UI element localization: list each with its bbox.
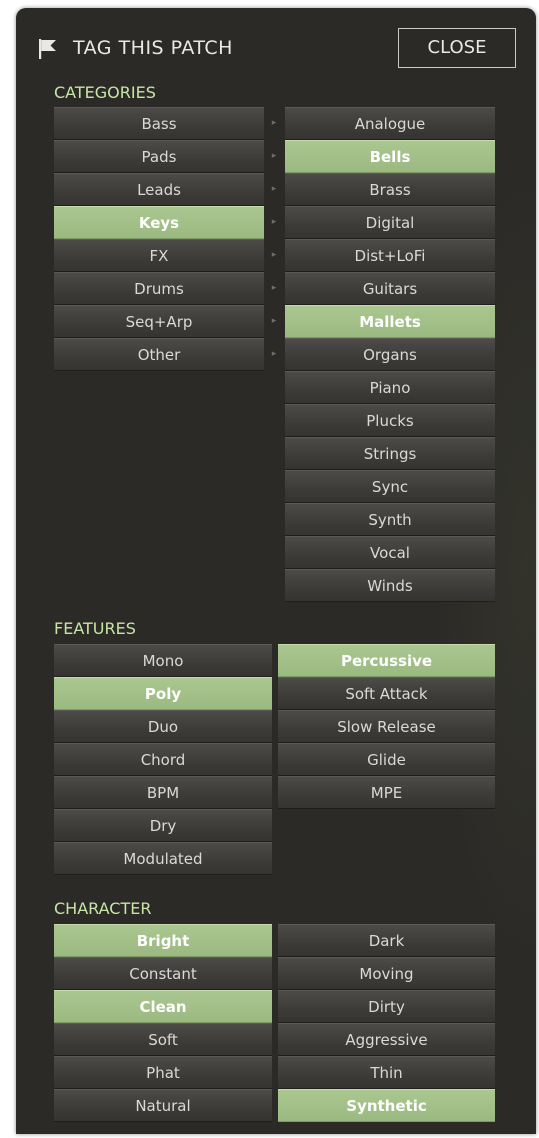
chevron-right-icon: ▸ <box>271 151 277 161</box>
category-other-button[interactable]: Other <box>54 338 264 371</box>
feature-chord-button[interactable]: Chord <box>54 743 272 776</box>
feature-poly-button[interactable]: Poly <box>54 677 272 710</box>
character-right-list: Dark Moving Dirty Aggressive Thin Synthetic <box>278 924 495 1122</box>
panel-title: TAG THIS PATCH <box>73 37 233 59</box>
chevron-right-icon: ▸ <box>271 316 277 326</box>
subcategory-mallets-button[interactable]: Mallets <box>285 305 495 338</box>
character-clean-button[interactable]: Clean <box>54 990 272 1023</box>
subcategory-guitars-button[interactable]: Guitars <box>285 272 495 305</box>
subcategory-brass-button[interactable]: Brass <box>285 173 495 206</box>
character-heading: CHARACTER <box>54 899 152 918</box>
subcategory-analogue-button[interactable]: Analogue <box>285 107 495 140</box>
features-left-list: Mono Poly Duo Chord BPM Dry Modulated <box>54 644 272 875</box>
category-leads-button[interactable]: Leads <box>54 173 264 206</box>
category-drums-button[interactable]: Drums <box>54 272 264 305</box>
features-right-list: Percussive Soft Attack Slow Release Glide MP… <box>278 644 495 809</box>
categories-heading: CATEGORIES <box>54 83 156 102</box>
character-dark-button[interactable]: Dark <box>278 924 495 957</box>
category-keys-button[interactable]: Keys <box>54 206 264 239</box>
feature-modulated-button[interactable]: Modulated <box>54 842 272 875</box>
chevron-right-icon: ▸ <box>271 349 277 359</box>
chevron-right-icon: ▸ <box>271 118 277 128</box>
subcategory-dist-lofi-button[interactable]: Dist+LoFi <box>285 239 495 272</box>
categories-main-list: Bass Pads Leads Keys FX Drums Seq+Arp Other <box>54 107 264 371</box>
flag-icon <box>39 39 56 59</box>
feature-duo-button[interactable]: Duo <box>54 710 272 743</box>
features-heading: FEATURES <box>54 619 136 638</box>
feature-dry-button[interactable]: Dry <box>54 809 272 842</box>
feature-mono-button[interactable]: Mono <box>54 644 272 677</box>
feature-percussive-button[interactable]: Percussive <box>278 644 495 677</box>
subcategory-sync-button[interactable]: Sync <box>285 470 495 503</box>
feature-mpe-button[interactable]: MPE <box>278 776 495 809</box>
character-soft-button[interactable]: Soft <box>54 1023 272 1056</box>
character-moving-button[interactable]: Moving <box>278 957 495 990</box>
subcategory-organs-button[interactable]: Organs <box>285 338 495 371</box>
close-button[interactable]: CLOSE <box>398 28 516 68</box>
feature-slow-release-button[interactable]: Slow Release <box>278 710 495 743</box>
category-arrows: ▸ ▸ ▸ ▸ ▸ ▸ ▸ ▸ <box>264 107 284 371</box>
subcategory-strings-button[interactable]: Strings <box>285 437 495 470</box>
categories-sub-list: Analogue Bells Brass Digital Dist+LoFi Guitar… <box>285 107 495 602</box>
panel-header: TAG THIS PATCH CLOSE <box>16 8 536 78</box>
character-phat-button[interactable]: Phat <box>54 1056 272 1089</box>
feature-glide-button[interactable]: Glide <box>278 743 495 776</box>
subcategory-vocal-button[interactable]: Vocal <box>285 536 495 569</box>
category-pads-button[interactable]: Pads <box>54 140 264 173</box>
subcategory-winds-button[interactable]: Winds <box>285 569 495 602</box>
chevron-right-icon: ▸ <box>271 283 277 293</box>
category-fx-button[interactable]: FX <box>54 239 264 272</box>
chevron-right-icon: ▸ <box>271 217 277 227</box>
chevron-right-icon: ▸ <box>271 250 277 260</box>
character-constant-button[interactable]: Constant <box>54 957 272 990</box>
subcategory-digital-button[interactable]: Digital <box>285 206 495 239</box>
chevron-right-icon: ▸ <box>271 184 277 194</box>
subcategory-piano-button[interactable]: Piano <box>285 371 495 404</box>
character-thin-button[interactable]: Thin <box>278 1056 495 1089</box>
category-seq-arp-button[interactable]: Seq+Arp <box>54 305 264 338</box>
subcategory-synth-button[interactable]: Synth <box>285 503 495 536</box>
character-natural-button[interactable]: Natural <box>54 1089 272 1122</box>
character-aggressive-button[interactable]: Aggressive <box>278 1023 495 1056</box>
character-synthetic-button[interactable]: Synthetic <box>278 1089 495 1122</box>
character-dirty-button[interactable]: Dirty <box>278 990 495 1023</box>
subcategory-bells-button[interactable]: Bells <box>285 140 495 173</box>
category-bass-button[interactable]: Bass <box>54 107 264 140</box>
feature-bpm-button[interactable]: BPM <box>54 776 272 809</box>
character-left-list: Bright Constant Clean Soft Phat Natural <box>54 924 272 1122</box>
character-bright-button[interactable]: Bright <box>54 924 272 957</box>
tag-patch-panel: TAG THIS PATCH CLOSE CATEGORIES Bass Pads… <box>16 8 536 1134</box>
subcategory-plucks-button[interactable]: Plucks <box>285 404 495 437</box>
feature-soft-attack-button[interactable]: Soft Attack <box>278 677 495 710</box>
